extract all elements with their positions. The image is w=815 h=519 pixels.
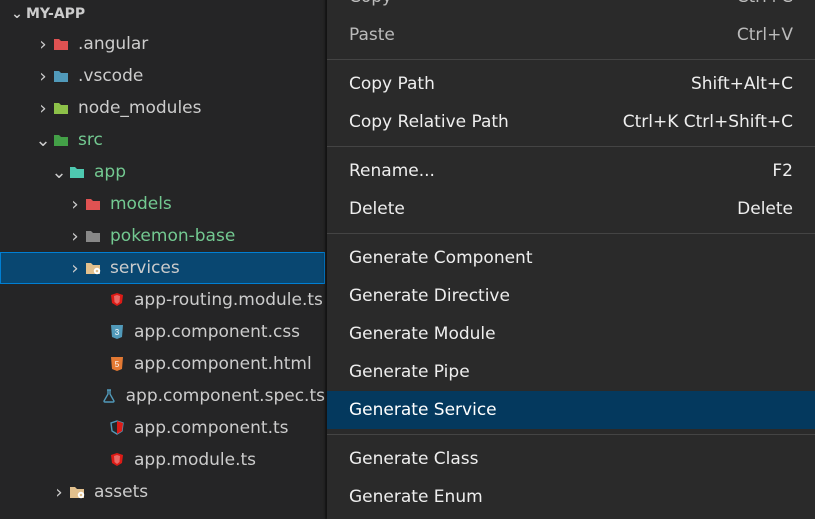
menu-item-shortcut: Delete xyxy=(737,199,793,219)
menu-item-label: Paste xyxy=(349,25,395,45)
menu-separator xyxy=(327,146,815,147)
tree-item--angular[interactable]: › .angular xyxy=(0,28,325,60)
tree-item-models[interactable]: › models xyxy=(0,188,325,220)
tree-item-label: .angular xyxy=(78,34,148,54)
tree-item-label: src xyxy=(78,130,103,150)
svg-text:3: 3 xyxy=(115,328,120,337)
chevron-right-icon: › xyxy=(66,258,84,279)
folder-emerald-icon xyxy=(52,131,70,149)
tree-item-app[interactable]: ⌄ app xyxy=(0,156,325,188)
file-css-icon: 3 xyxy=(108,323,126,341)
tree-item-node-modules[interactable]: › node_modules xyxy=(0,92,325,124)
menu-item-shortcut: Ctrl+K Ctrl+Shift+C xyxy=(623,112,793,132)
folder-blue-icon xyxy=(52,67,70,85)
folder-red-icon xyxy=(84,195,102,213)
menu-item-label: Generate Component xyxy=(349,248,533,268)
tree-item-label: app-routing.module.ts xyxy=(134,290,323,310)
tree-item-label: app.module.ts xyxy=(134,450,256,470)
folder-lime-icon xyxy=(52,99,70,117)
menu-item-generate-directive[interactable]: Generate Directive xyxy=(327,277,815,315)
tree-item-label: app.component.spec.ts xyxy=(126,386,325,406)
menu-item-generate-enum[interactable]: Generate Enum xyxy=(327,478,815,516)
tree-item-assets[interactable]: › assets xyxy=(0,476,325,508)
chevron-right-icon: › xyxy=(34,66,52,87)
tree-item--vscode[interactable]: › .vscode xyxy=(0,60,325,92)
explorer-title: MY-APP xyxy=(26,6,85,22)
chevron-down-icon: ⌄ xyxy=(50,162,68,183)
menu-item-shortcut: F2 xyxy=(772,161,793,181)
tree-item-app-component-css[interactable]: 3 app.component.css xyxy=(0,316,325,348)
folder-teal-icon xyxy=(68,163,86,181)
file-spec-icon xyxy=(101,387,118,405)
tree-item-app-module-ts[interactable]: app.module.ts xyxy=(0,444,325,476)
menu-item-label: Generate Pipe xyxy=(349,362,470,382)
chevron-right-icon: › xyxy=(34,98,52,119)
chevron-down-icon: ⌄ xyxy=(34,130,52,151)
menu-separator xyxy=(327,59,815,60)
menu-item-delete[interactable]: Delete Delete xyxy=(327,190,815,228)
menu-item-shortcut: Ctrl+C xyxy=(737,0,793,7)
menu-item-paste: Paste Ctrl+V xyxy=(327,16,815,54)
tree-item-label: app.component.html xyxy=(134,354,312,374)
chevron-right-icon: › xyxy=(50,482,68,503)
chevron-right-icon: › xyxy=(34,34,52,55)
menu-item-generate-pipe[interactable]: Generate Pipe xyxy=(327,353,815,391)
file-ang-icon xyxy=(108,451,126,469)
menu-item-label: Copy xyxy=(349,0,392,7)
tree-item-pokemon-base[interactable]: › pokemon-base xyxy=(0,220,325,252)
menu-item-generate-module[interactable]: Generate Module xyxy=(327,315,815,353)
menu-item-copy: Copy Ctrl+C xyxy=(327,0,815,16)
chevron-down-icon: ⌄ xyxy=(8,6,26,22)
menu-item-shortcut: Shift+Alt+C xyxy=(691,74,793,94)
chevron-right-icon: › xyxy=(66,226,84,247)
menu-item-label: Generate Class xyxy=(349,449,479,469)
menu-item-generate-class[interactable]: Generate Class xyxy=(327,440,815,478)
tree-item-app-routing-module-ts[interactable]: app-routing.module.ts xyxy=(0,284,325,316)
menu-item-label: Generate Directive xyxy=(349,286,510,306)
tree-item-label: assets xyxy=(94,482,148,502)
menu-separator xyxy=(327,233,815,234)
tree-item-label: node_modules xyxy=(78,98,202,118)
tree-item-app-component-spec-ts[interactable]: app.component.spec.ts xyxy=(0,380,325,412)
file-ang-icon xyxy=(108,291,126,309)
menu-item-label: Generate Enum xyxy=(349,487,483,507)
tree-item-label: app.component.ts xyxy=(134,418,289,438)
menu-item-generate-component[interactable]: Generate Component xyxy=(327,239,815,277)
menu-item-label: Delete xyxy=(349,199,405,219)
tree-item-label: .vscode xyxy=(78,66,143,86)
folder-yellow-icon xyxy=(68,483,86,501)
folder-red-icon xyxy=(52,35,70,53)
tree-item-app-component-ts[interactable]: app.component.ts xyxy=(0,412,325,444)
menu-item-rename-[interactable]: Rename... F2 xyxy=(327,152,815,190)
menu-item-label: Copy Relative Path xyxy=(349,112,509,132)
tree-item-app-component-html[interactable]: 5 app.component.html xyxy=(0,348,325,380)
folder-gray-icon xyxy=(84,227,102,245)
explorer-panel: ⌄ MY-APP › .angular › .vscode › node_modules ⌄… xyxy=(0,0,325,519)
file-tree: › .angular › .vscode › node_modules ⌄ src ⌄ app › m… xyxy=(0,28,325,508)
menu-item-shortcut: Ctrl+V xyxy=(737,25,793,45)
menu-item-label: Rename... xyxy=(349,161,435,181)
menu-separator xyxy=(327,434,815,435)
svg-text:5: 5 xyxy=(115,360,120,369)
file-ang2-icon xyxy=(108,419,126,437)
tree-item-label: app.component.css xyxy=(134,322,300,342)
tree-item-label: models xyxy=(110,194,172,214)
tree-item-services[interactable]: › services xyxy=(0,252,325,284)
folder-yellow-icon xyxy=(84,259,102,277)
chevron-right-icon: › xyxy=(66,194,84,215)
tree-item-label: app xyxy=(94,162,126,182)
menu-item-copy-relative-path[interactable]: Copy Relative Path Ctrl+K Ctrl+Shift+C xyxy=(327,103,815,141)
tree-item-label: pokemon-base xyxy=(110,226,235,246)
menu-item-label: Copy Path xyxy=(349,74,435,94)
menu-item-copy-path[interactable]: Copy Path Shift+Alt+C xyxy=(327,65,815,103)
tree-item-label: services xyxy=(110,258,180,278)
menu-item-label: Generate Service xyxy=(349,400,497,420)
menu-item-label: Generate Module xyxy=(349,324,496,344)
explorer-header[interactable]: ⌄ MY-APP xyxy=(0,0,325,28)
context-menu: Copy Ctrl+C Paste Ctrl+V Copy Path Shift+Alt+… xyxy=(327,0,815,519)
file-html-icon: 5 xyxy=(108,355,126,373)
tree-item-src[interactable]: ⌄ src xyxy=(0,124,325,156)
menu-item-generate-service[interactable]: Generate Service xyxy=(327,391,815,429)
